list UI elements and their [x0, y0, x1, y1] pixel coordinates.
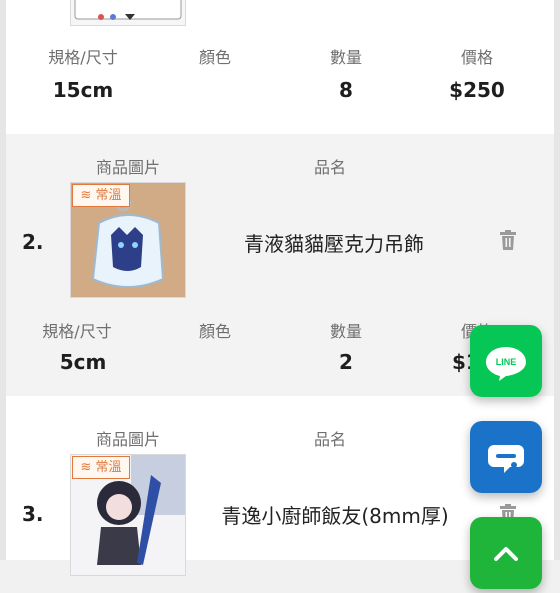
item-index: 2. [22, 230, 44, 254]
qty-label: 數量 [329, 48, 363, 67]
back-to-top-button[interactable] [470, 517, 542, 589]
qty-value: 2 [339, 350, 353, 374]
chevron-up-icon [470, 517, 542, 589]
line-button[interactable]: LINE [470, 325, 542, 397]
color-label: 顏色 [198, 322, 232, 341]
chat-icon [470, 421, 542, 493]
storage-tag-text: 常溫 [95, 188, 122, 203]
qty-value: 8 [339, 78, 353, 102]
image-column-label: 商品圖片 [95, 158, 161, 177]
spec-value: 5cm [59, 350, 107, 374]
line-icon-text: LINE [496, 357, 517, 367]
image-column-label: 商品圖片 [95, 430, 161, 449]
product-name[interactable]: 青逸小廚師飯友(8mm厚) [221, 500, 448, 529]
spec-label: 規格/尺寸 [48, 48, 118, 67]
trash-icon[interactable] [499, 230, 517, 250]
name-column-label: 品名 [313, 158, 347, 177]
price-value: $250 [449, 78, 505, 102]
line-icon: LINE [470, 325, 542, 397]
spec-value: 15cm [52, 78, 114, 102]
storage-tag: ≋ 常溫 [72, 184, 130, 207]
name-column-label: 品名 [313, 430, 347, 449]
product-image[interactable]: ≋ 常溫 [70, 182, 186, 298]
cart-item-1: 規格/尺寸 顏色 數量 價格 15cm 8 $250 [6, 0, 554, 134]
spec-label: 規格/尺寸 [42, 322, 112, 341]
chat-button[interactable] [470, 421, 542, 493]
product-image[interactable]: ≋ 常溫 [70, 454, 186, 576]
color-label: 顏色 [198, 48, 232, 67]
right-edge [554, 0, 560, 560]
qty-label: 數量 [329, 322, 363, 341]
product-image[interactable] [70, 0, 186, 26]
storage-tag-text: 常溫 [95, 460, 122, 475]
price-label: 價格 [460, 48, 494, 67]
item-index: 3. [22, 502, 44, 526]
product-name[interactable]: 青液貓貓壓克力吊飾 [244, 228, 424, 257]
storage-tag: ≋ 常溫 [72, 456, 130, 479]
